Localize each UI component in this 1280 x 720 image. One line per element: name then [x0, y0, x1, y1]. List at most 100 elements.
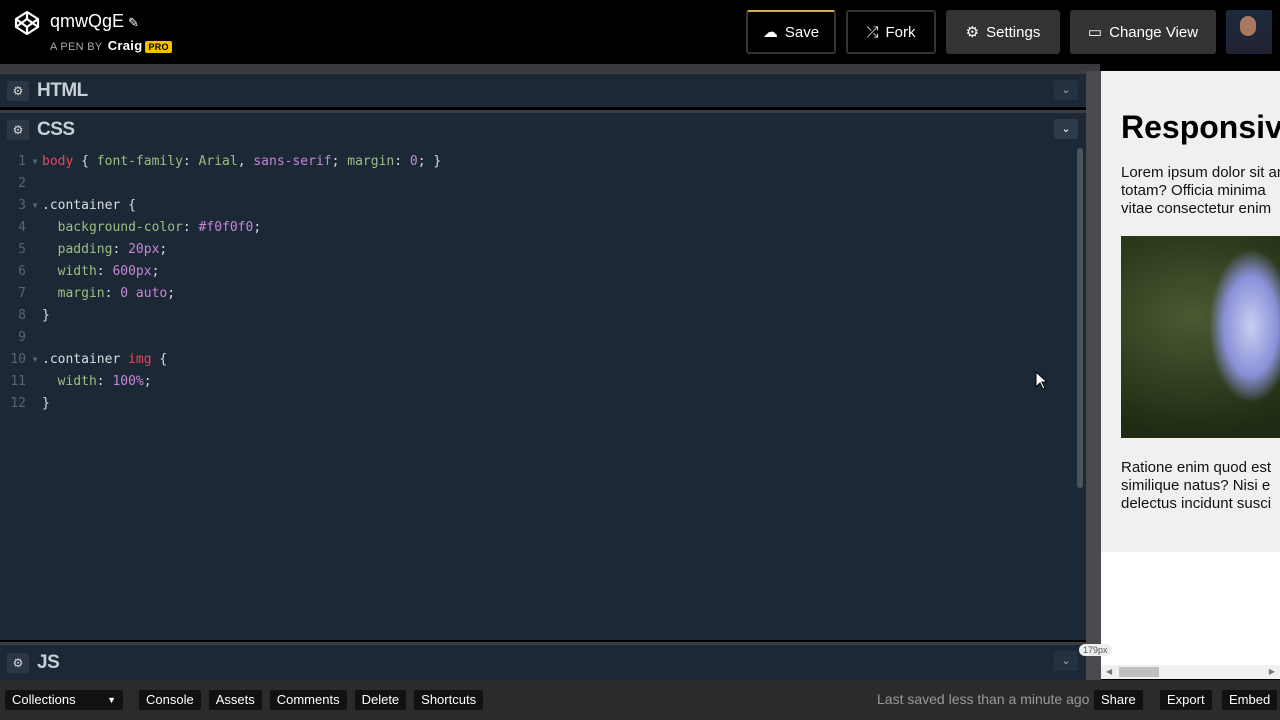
line-number: 7: [18, 286, 26, 301]
scroll-right-icon[interactable]: ▶: [1269, 665, 1275, 679]
pen-title[interactable]: qmwQgE ✎: [50, 11, 139, 32]
scroll-thumb[interactable]: [1119, 667, 1159, 677]
code-token: margin: [347, 154, 395, 169]
share-button[interactable]: Share: [1094, 690, 1143, 710]
code-line[interactable]: 2: [0, 173, 1086, 195]
code-token: Arial: [198, 154, 238, 169]
code-token: .container: [42, 352, 129, 367]
js-pane-header[interactable]: ⚙ JS ⌄: [0, 642, 1086, 680]
text-line: Lorem ipsum dolor sit amet: [1121, 164, 1280, 181]
settings-button[interactable]: ⚙ Settings: [946, 10, 1060, 54]
css-pane-header[interactable]: ⚙ CSS ⌄: [0, 110, 1086, 146]
code-token: :: [394, 154, 410, 169]
css-pane-title: CSS: [37, 118, 75, 140]
gear-icon[interactable]: ⚙: [7, 119, 29, 140]
fold-arrow-icon: [28, 261, 42, 283]
mouse-cursor-icon: [1035, 371, 1047, 390]
embed-button[interactable]: Embed: [1222, 690, 1278, 710]
author-link[interactable]: Craig: [108, 38, 143, 53]
code-line[interactable]: 8}: [0, 305, 1086, 327]
chevron-down-icon[interactable]: ⌄: [1054, 80, 1078, 100]
shortcuts-button[interactable]: Shortcuts: [414, 690, 484, 710]
preview-frame[interactable]: Responsive Lorem ipsum dolor sit amettot…: [1101, 71, 1280, 665]
fold-arrow-icon[interactable]: ▼: [28, 195, 42, 217]
code-line[interactable]: 12}: [0, 393, 1086, 415]
preview-scrollbar[interactable]: ◀ ▶: [1101, 665, 1280, 679]
code-line[interactable]: 11 width: 100%;: [0, 371, 1086, 393]
line-number: 6: [18, 264, 26, 279]
save-button[interactable]: ☁ Save: [746, 10, 836, 54]
fold-arrow-icon: [28, 327, 42, 349]
code-token: 20px: [128, 242, 160, 257]
collections-dropdown[interactable]: Collections ▼: [5, 690, 123, 710]
code-line[interactable]: 3 ▼ .container {: [0, 195, 1086, 217]
line-number: 1: [18, 154, 26, 169]
code-token: 100%: [112, 374, 144, 389]
code-token: margin: [42, 286, 105, 301]
fold-arrow-icon: [28, 371, 42, 393]
code-line[interactable]: 6 width: 600px;: [0, 261, 1086, 283]
export-button[interactable]: Export: [1160, 690, 1212, 710]
code-token: }: [42, 396, 50, 411]
pencil-icon[interactable]: ✎: [128, 15, 139, 30]
text-line: delectus incidunt susci: [1121, 495, 1272, 512]
code-token: ;: [331, 154, 348, 169]
code-token: .container: [42, 198, 121, 213]
line-number: 4: [18, 220, 26, 235]
code-line[interactable]: 9: [0, 327, 1086, 349]
gear-icon[interactable]: ⚙: [7, 80, 29, 101]
html-pane-header[interactable]: ⚙ HTML ⌄: [0, 71, 1086, 107]
code-token: font-family: [96, 154, 183, 169]
chevron-down-icon[interactable]: ⌄: [1054, 651, 1078, 671]
top-bar: qmwQgE ✎ A PEN BY Craig PRO ☁ Save ⤮ Fork ⚙ S…: [0, 0, 1280, 64]
line-number: 8: [18, 308, 26, 323]
caret-down-icon: ▼: [107, 695, 116, 705]
console-button[interactable]: Console: [139, 690, 201, 710]
text-line: Ratione enim quod est: [1121, 459, 1272, 476]
fold-arrow-icon[interactable]: ▼: [28, 151, 42, 173]
code-token: background-color: [42, 220, 183, 235]
delete-button[interactable]: Delete: [354, 690, 407, 710]
save-label: Save: [784, 23, 820, 41]
code-token: ;: [143, 374, 152, 389]
settings-label: Settings: [986, 23, 1041, 41]
fold-arrow-icon[interactable]: ▼: [28, 349, 42, 371]
code-token: 0 auto: [120, 286, 168, 301]
scroll-left-icon[interactable]: ◀: [1106, 665, 1112, 679]
fold-arrow-icon: [28, 173, 42, 195]
code-line[interactable]: 1 ▼ body { font-family: Arial, sans-serif;…: [0, 151, 1086, 173]
fork-button[interactable]: ⤮ Fork: [846, 10, 936, 54]
gear-icon: ⚙: [965, 24, 980, 41]
text-line: similique natus? Nisi e: [1121, 477, 1271, 494]
preview-paragraph: Ratione enim quod est similique natus? Ni…: [1121, 459, 1280, 513]
fork-label: Fork: [885, 23, 916, 41]
codepen-logo-icon[interactable]: [14, 10, 40, 36]
line-number: 12: [10, 396, 26, 411]
line-number: 9: [18, 330, 26, 345]
code-token: ;: [167, 286, 176, 301]
change-view-label: Change View: [1109, 23, 1199, 41]
code-token: width: [42, 264, 97, 279]
fold-arrow-icon: [28, 217, 42, 239]
code-token: {: [151, 352, 168, 367]
editor-scrollbar[interactable]: [1077, 148, 1083, 488]
change-view-button[interactable]: ▭ Change View: [1070, 10, 1216, 54]
resize-handle[interactable]: [1086, 71, 1101, 680]
code-line[interactable]: 5 padding: 20px;: [0, 239, 1086, 261]
code-line[interactable]: 10 ▼ .container img {: [0, 349, 1086, 371]
line-number: 10: [10, 352, 26, 367]
code-token: :: [96, 264, 113, 279]
code-line[interactable]: 4 background-color: #f0f0f0;: [0, 217, 1086, 239]
save-status: Last saved less than a minute ago: [877, 691, 1090, 707]
preview-container: Responsive Lorem ipsum dolor sit amettot…: [1101, 71, 1280, 552]
preview-heading: Responsive: [1121, 109, 1280, 145]
fold-arrow-icon: [28, 393, 42, 415]
css-editor[interactable]: 1 ▼ body { font-family: Arial, sans-serif;…: [0, 146, 1086, 640]
assets-button[interactable]: Assets: [208, 690, 262, 710]
gear-icon[interactable]: ⚙: [7, 652, 29, 673]
text-line: vitae consectetur enim: [1121, 200, 1272, 217]
chevron-down-icon[interactable]: ⌄: [1054, 119, 1078, 139]
avatar[interactable]: [1226, 10, 1272, 54]
comments-button[interactable]: Comments: [269, 690, 347, 710]
code-line[interactable]: 7 margin: 0 auto;: [0, 283, 1086, 305]
